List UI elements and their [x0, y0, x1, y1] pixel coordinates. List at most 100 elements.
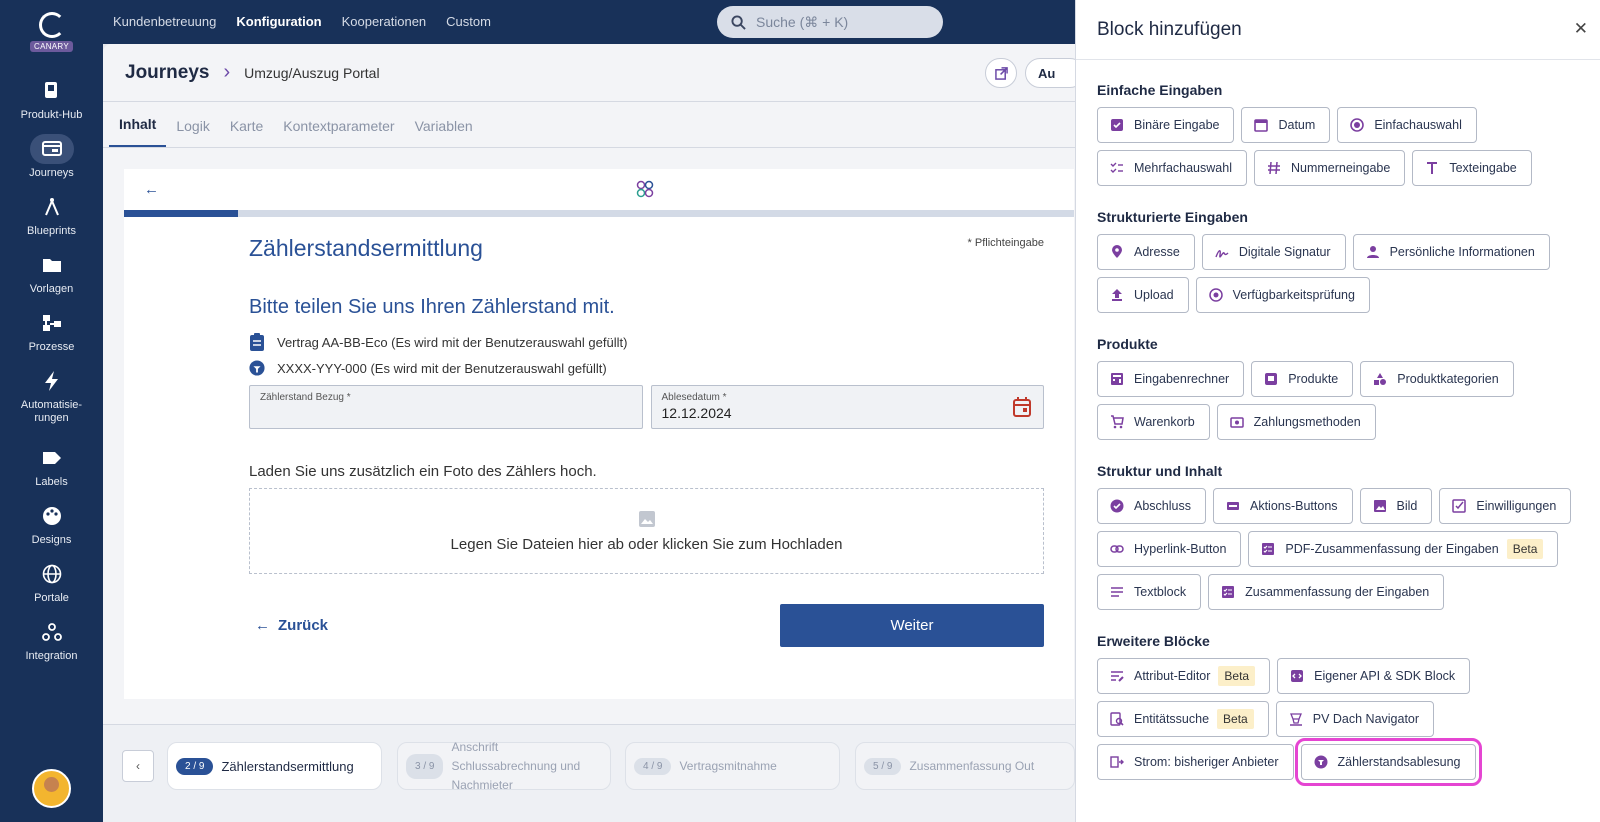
- section-title: Erweitere Blöcke: [1097, 633, 1210, 649]
- step-item[interactable]: 2 / 9 Zählerstandsermittlung: [167, 742, 382, 790]
- block-chip-zahlungsmethoden[interactable]: Zahlungsmethoden: [1216, 404, 1376, 440]
- block-chip-pv-dach-navigator[interactable]: PV Dach Navigator: [1275, 701, 1435, 737]
- sidebar-item-integration[interactable]: Integration: [0, 617, 103, 663]
- journey-preview: ← * Pflichteingabe Zählerstandsermittlun…: [124, 169, 1074, 699]
- calculator-icon: [1111, 373, 1123, 385]
- block-chip-aktions-buttons[interactable]: Aktions-Buttons: [1212, 488, 1353, 524]
- sidebar-item-labels[interactable]: Labels: [0, 443, 103, 489]
- search-input[interactable]: Suche (⌘ + K): [717, 6, 943, 38]
- sidebar-item-label: Vorlagen: [29, 283, 74, 295]
- tab-karte[interactable]: Karte: [220, 118, 273, 147]
- step-item[interactable]: 3 / 9 Anschrift Schlussabrechnung und Nac…: [397, 740, 611, 792]
- checkbox-icon: [1111, 119, 1123, 131]
- back-arrow-icon[interactable]: ←: [144, 181, 159, 198]
- block-chip-warenkorb[interactable]: Warenkorb: [1097, 404, 1210, 440]
- block-chip-texteingabe[interactable]: Texteingabe: [1412, 150, 1532, 186]
- search-placeholder: Suche (⌘ + K): [756, 13, 849, 30]
- logo[interactable]: CANARY: [30, 12, 73, 52]
- page-title[interactable]: Journeys: [125, 62, 209, 84]
- avatar[interactable]: [32, 769, 71, 808]
- sidebar-item-portale[interactable]: Portale: [0, 559, 103, 605]
- sidebar-item-produkt-hub[interactable]: Produkt-Hub: [0, 76, 103, 122]
- step-item[interactable]: 5 / 9 Zusammenfassung Out: [855, 742, 1075, 790]
- block-section: Strukturierte Eingaben Adresse Digitale Si…: [1076, 209, 1600, 313]
- tab-variablen[interactable]: Variablen: [405, 118, 483, 147]
- block-chip-textblock[interactable]: Textblock: [1097, 574, 1202, 610]
- tab-kontextparameter[interactable]: Kontextparameter: [273, 118, 404, 147]
- close-icon[interactable]: ✕: [1574, 19, 1588, 39]
- chip-label: Textblock: [1134, 585, 1187, 599]
- entity-search-icon: [1110, 712, 1124, 726]
- file-dropzone[interactable]: Legen Sie Dateien hier ab oder klicken S…: [249, 488, 1044, 574]
- block-section: Erweitere Blöcke Attribut-Editor Beta Eigen…: [1076, 633, 1600, 786]
- block-chip-upload[interactable]: Upload: [1097, 277, 1189, 313]
- sidebar-item-designs[interactable]: Designs: [0, 501, 103, 547]
- block-chip-zählerstandsablesung[interactable]: Zählerstandsablesung: [1294, 738, 1482, 786]
- tab-bar: Inhalt Logik Karte Kontextparameter Vari…: [103, 102, 1075, 148]
- block-chip-digitale-signatur[interactable]: Digitale Signatur: [1201, 234, 1346, 270]
- canary-logo-icon: [38, 12, 65, 38]
- block-chip-attribut-editor[interactable]: Attribut-Editor Beta: [1097, 658, 1271, 694]
- block-chip-eigener-api-sdk-block[interactable]: Eigener API & SDK Block: [1277, 658, 1471, 694]
- block-chip-produkte[interactable]: Produkte: [1251, 361, 1354, 397]
- person-icon: [1366, 246, 1379, 258]
- next-button[interactable]: Weiter: [780, 604, 1044, 647]
- block-chip-pdf-zusammenfassung-der-eingaben[interactable]: PDF-Zusammenfassung der Eingaben Beta: [1248, 531, 1559, 567]
- block-chip-produktkategorien[interactable]: Produktkategorien: [1360, 361, 1514, 397]
- chip-label: Entitätssuche: [1134, 712, 1210, 726]
- bolt-icon: [30, 366, 74, 396]
- block-chip-strom-bisheriger-anbieter[interactable]: Strom: bisheriger Anbieter: [1097, 744, 1294, 780]
- block-chip-zusammenfassung-der-eingaben[interactable]: Zusammenfassung der Eingaben: [1208, 574, 1445, 610]
- section-title: Struktur und Inhalt: [1097, 463, 1223, 479]
- chip-label: Zusammenfassung der Eingaben: [1245, 585, 1430, 599]
- calendar-icon[interactable]: [1013, 397, 1031, 417]
- sidebar-item-prozesse[interactable]: Prozesse: [0, 308, 103, 354]
- block-chip-einfachauswahl[interactable]: Einfachauswahl: [1337, 107, 1477, 143]
- chip-group: Abschluss Aktions-Buttons Bild Einwilligung…: [1097, 488, 1592, 610]
- sidebar-item-blueprints[interactable]: Blueprints: [0, 192, 103, 238]
- block-chip-binäre-eingabe[interactable]: Binäre Eingabe: [1097, 107, 1235, 143]
- tab-logik[interactable]: Logik: [166, 118, 219, 147]
- categories-icon: [1374, 373, 1387, 385]
- block-chip-nummerneingabe[interactable]: Nummerneingabe: [1253, 150, 1406, 186]
- upload-label: Laden Sie uns zusätzlich ein Foto des Zä…: [249, 463, 597, 480]
- block-chip-eingabenrechner[interactable]: Eingabenrechner: [1097, 361, 1245, 397]
- block-chip-adresse[interactable]: Adresse: [1097, 234, 1195, 270]
- step-question: Bitte teilen Sie uns Ihren Zählerstand m…: [249, 296, 615, 318]
- chevron-left-icon: ‹: [136, 759, 140, 773]
- reading-date-value: 12.12.2024: [661, 405, 732, 421]
- sidebar-item-automatisie-rungen[interactable]: Automatisie- rungen: [0, 366, 103, 425]
- topnav-custom[interactable]: Custom: [446, 14, 491, 29]
- block-chip-persönliche-informationen[interactable]: Persönliche Informationen: [1352, 234, 1550, 270]
- block-chip-bild[interactable]: Bild: [1359, 488, 1433, 524]
- image-icon: [1373, 500, 1386, 512]
- chip-label: Zählerstandsablesung: [1337, 755, 1461, 769]
- topnav-kundenbetreuung[interactable]: Kundenbetreuung: [113, 14, 216, 29]
- chip-label: Binäre Eingabe: [1134, 118, 1220, 132]
- topnav-kooperationen[interactable]: Kooperationen: [342, 14, 427, 29]
- back-button[interactable]: ← Zurück: [249, 617, 328, 634]
- dropzone-text: Legen Sie Dateien hier ab oder klicken S…: [450, 535, 843, 553]
- link-icon: [1110, 545, 1124, 553]
- step-item[interactable]: 4 / 9 Vertragsmitnahme: [625, 742, 840, 790]
- block-chip-abschluss[interactable]: Abschluss: [1097, 488, 1206, 524]
- block-chip-mehrfachauswahl[interactable]: Mehrfachauswahl: [1097, 150, 1247, 186]
- compass-icon: [30, 192, 74, 222]
- meter-reading-field[interactable]: Zählerstand Bezug *: [249, 385, 643, 429]
- open-external-button[interactable]: [985, 58, 1017, 88]
- block-chip-einwilligungen[interactable]: Einwilligungen: [1439, 488, 1572, 524]
- sidebar-item-journeys[interactable]: Journeys: [0, 134, 103, 180]
- sidebar-item-vorlagen[interactable]: Vorlagen: [0, 250, 103, 296]
- tab-inhalt[interactable]: Inhalt: [109, 116, 167, 147]
- block-chip-verfügbarkeitsprüfung[interactable]: Verfügbarkeitsprüfung: [1195, 277, 1370, 313]
- search-icon: [731, 14, 746, 30]
- chip-label: Produkte: [1288, 372, 1339, 386]
- topnav-konfiguration[interactable]: Konfiguration: [236, 14, 321, 29]
- brand-badge: CANARY: [30, 41, 73, 52]
- steps-previous-button[interactable]: ‹: [122, 750, 154, 782]
- chip-label: Eingabenrechner: [1134, 372, 1230, 386]
- block-chip-entitätssuche[interactable]: Entitätssuche Beta: [1097, 701, 1269, 737]
- block-chip-datum[interactable]: Datum: [1241, 107, 1331, 143]
- block-chip-hyperlink-button[interactable]: Hyperlink-Button: [1097, 531, 1242, 567]
- reading-date-field[interactable]: Ablesedatum * 12.12.2024: [650, 385, 1044, 429]
